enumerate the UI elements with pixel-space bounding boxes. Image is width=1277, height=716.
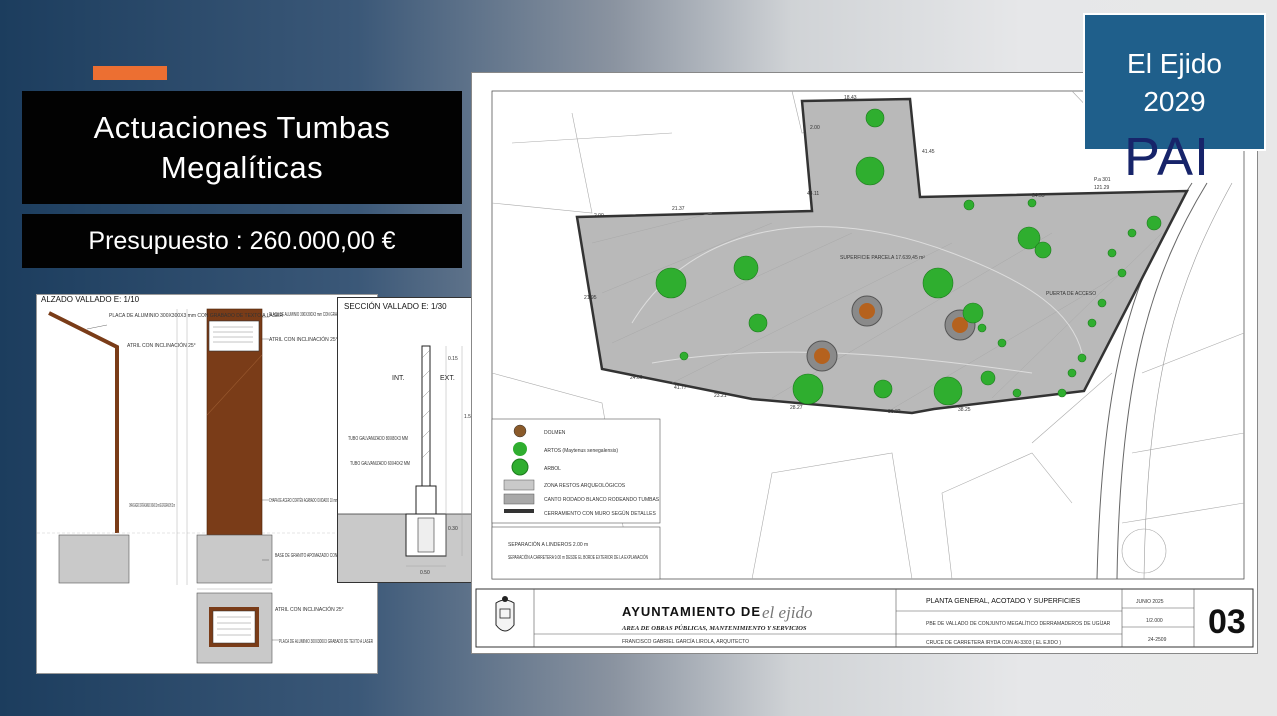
elevation-note-plate-side: CHAPA DE ACERO CORTÉN ACABADO OXIDADO 10…	[129, 502, 175, 509]
plan-area-label: SUPERFICIE PARCELA 17.639,45 m²	[840, 255, 925, 261]
legend-item: CERRAMIENTO CON MURO SEGÚN DETALLES	[544, 510, 656, 517]
section-int-label: INT.	[392, 375, 405, 382]
council-logo-text: el ejido	[762, 603, 813, 622]
plan-dim: 18.43	[844, 95, 857, 101]
elevation-note-atril-plan: ATRIL CON INCLINACIÓN 25°	[275, 606, 344, 613]
drawing-date: JUNIO 2025	[1136, 599, 1164, 605]
drawing-reference: 24-2509	[1148, 637, 1167, 643]
section-dim4: 0.50	[420, 570, 430, 576]
elevation-title: ALZADO VALLADO E: 1/10	[41, 295, 140, 304]
plan-dim: 2.00	[594, 213, 604, 219]
legend-item: ZONA RESTOS ARQUEOLÓGICOS	[544, 482, 626, 489]
plan-dim: 44.11	[807, 191, 819, 197]
author-name: FRANCISCO GABRIEL GARCÍA LIROLA, ARQUITE…	[622, 638, 749, 645]
sheet-number: 03	[1208, 603, 1246, 641]
section-title: SECCIÓN VALLADO E: 1/30	[344, 302, 447, 311]
plan-dim: 38.25	[958, 407, 971, 413]
plan-dim: 36.32	[888, 409, 901, 415]
legend-item: ARBOL	[544, 466, 561, 472]
plan-point-label: P.a 301	[1094, 177, 1111, 183]
legend-item: ARTOS (Maytenus senegalensis)	[544, 448, 618, 454]
accent-bar	[93, 66, 167, 80]
section-dim3: 0.30	[448, 526, 458, 532]
elevation-note-atril-front: ATRIL CON INCLINACIÓN 25°	[269, 336, 338, 343]
plan-dim: 24.06	[630, 375, 643, 381]
plan-dim: 28.27	[790, 405, 803, 411]
pai-label: PAI	[1124, 127, 1211, 187]
council-area: AREA DE OBRAS PÚBLICAS, MANTENIMIENTO Y …	[621, 624, 807, 632]
section-tube2-label: TUBO GALVANIZADO 60X40X2 MM	[350, 461, 410, 467]
plan-dim: 34.55	[1032, 193, 1045, 199]
plan-dim: 41.45	[922, 149, 935, 155]
project-name: PBE DE VALLADO DE CONJUNTO MEGALÍTICO DE…	[926, 620, 1111, 627]
badge-line2: 2029	[1143, 86, 1206, 117]
coat-of-arms-icon	[495, 596, 515, 632]
plan-dim: 2.00	[810, 125, 820, 131]
elevation-note-plaque: PLACA DE ALUMINIO 300X300X3 mm CON GRABA…	[109, 313, 283, 319]
plan-gate-label: PUERTA DE ACCESO	[1046, 291, 1096, 297]
elevation-note-plaque-plan: PLACA DE ALUMINIO 300X300X3 GRABADO DE T…	[279, 639, 373, 645]
elevation-note-atril: ATRIL CON INCLINACIÓN 25°	[127, 342, 196, 349]
plan-dim: 23.21	[714, 393, 727, 399]
drawing-scale: 1/2.000	[1146, 618, 1163, 624]
plan-note: SEPARACIÓN A LINDEROS 2.00 m	[508, 541, 588, 548]
section-ext-label: EXT.	[440, 375, 455, 382]
legend-item: CANTO RODADO BLANCO RODEANDO TUMBAS	[544, 497, 660, 503]
plan-note: SEPARACIÓN A CARRETERA 9.00 m DESDE EL B…	[508, 554, 648, 561]
project-location: CRUCE DE CARRETERA IRYDA CON AI-3303 ( E…	[926, 640, 1061, 646]
plan-dim: 21.95	[584, 295, 597, 301]
plan-dim: 21.37	[672, 206, 685, 212]
legend-item: DOLMEN	[544, 430, 566, 436]
page-title: Actuaciones Tumbas Megalíticas	[22, 91, 462, 204]
budget-label: Presupuesto : 260.000,00 €	[22, 214, 462, 268]
section-dim1: 0.15	[448, 356, 458, 362]
plan-point-value: 121.29	[1094, 185, 1110, 191]
drawing-title: PLANTA GENERAL, ACOTADO Y SUPERFICIES	[926, 598, 1081, 605]
plan-dim: 41.77	[674, 385, 687, 391]
council-name: AYUNTAMIENTO DE	[622, 604, 761, 619]
elevation-drawing: ALZADO VALLADO E: 1/10 PLACA DE ALUMINIO…	[36, 294, 378, 674]
badge-line1: El Ejido	[1127, 48, 1222, 79]
section-tube1-label: TUBO GALVANIZADO 80X80X3 MM	[348, 436, 408, 442]
